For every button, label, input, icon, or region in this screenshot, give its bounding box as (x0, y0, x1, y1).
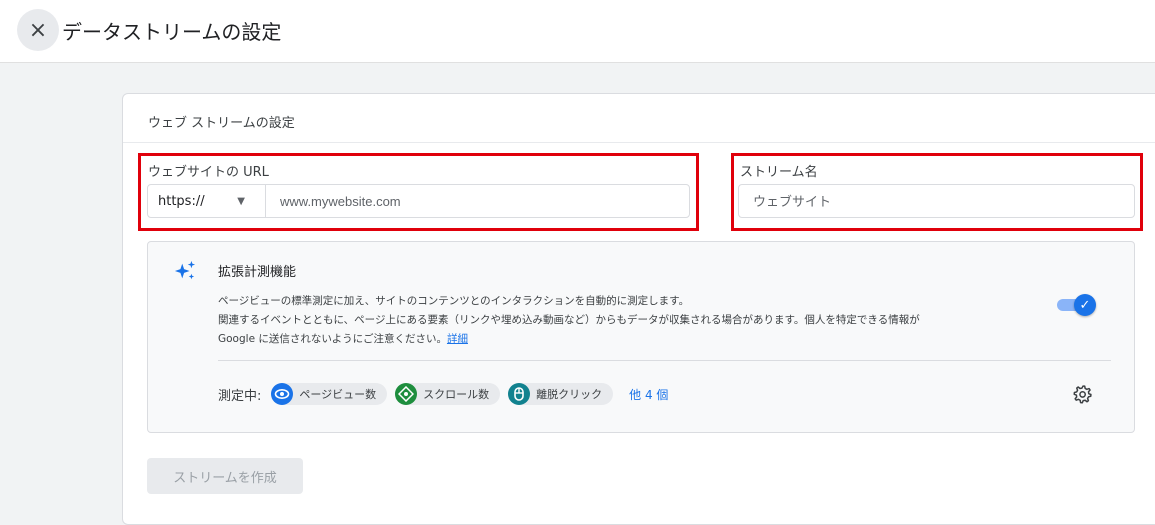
url-input[interactable] (266, 185, 689, 217)
measuring-label: 測定中: (218, 388, 262, 404)
create-stream-button[interactable]: ストリームを作成 (147, 458, 303, 494)
page-title: データストリームの設定 (62, 20, 282, 44)
eye-icon (271, 383, 294, 405)
url-field-label: ウェブサイトの URL (148, 165, 269, 180)
details-link[interactable]: 詳細 (447, 333, 468, 345)
chip-page-views: ページビュー数 (271, 383, 388, 405)
description-line: Google に送信されないようにご注意ください。詳細 (218, 330, 1038, 349)
enhanced-measurement-description: ページビューの標準測定に加え、サイトのコンテンツとのインタラクションを自動的に測… (218, 292, 1038, 349)
card-divider (123, 142, 1155, 143)
url-field: https:// ▼ (147, 184, 690, 218)
description-text: Google に送信されないようにご注意ください。 (218, 333, 447, 345)
more-events-link[interactable]: 他 4 個 (629, 386, 668, 403)
protocol-select[interactable]: https:// ▼ (148, 185, 266, 217)
measuring-row: 測定中: ページビュー数 スクロール数 離脱クリック 他 4 個 (218, 381, 668, 407)
close-button[interactable]: × (17, 9, 59, 51)
mouse-icon (508, 383, 531, 405)
chip-label: 離脱クリック (536, 388, 603, 401)
sparkle-icon (174, 260, 196, 280)
enhanced-measurement-toggle[interactable]: ✓ (1057, 293, 1096, 317)
chip-label: スクロール数 (423, 388, 490, 401)
top-bar: × データストリームの設定 (0, 0, 1155, 63)
chip-scrolls: スクロール数 (395, 383, 501, 405)
card-title: ウェブ ストリームの設定 (148, 116, 295, 131)
chip-outbound-clicks: 離脱クリック (508, 383, 614, 405)
stream-name-label: ストリーム名 (740, 165, 818, 180)
panel-divider (218, 360, 1111, 361)
description-line: 関連するイベントとともに、ページ上にある要素（リンクや埋め込み動画など）からもデ… (218, 314, 920, 326)
scroll-icon (395, 383, 418, 405)
stream-name-field (738, 184, 1135, 218)
check-icon: ✓ (1074, 294, 1096, 316)
enhanced-measurement-title: 拡張計測機能 (218, 265, 297, 280)
enhanced-measurement-panel: 拡張計測機能 ページビューの標準測定に加え、サイトのコンテンツとのインタラクショ… (147, 241, 1135, 433)
chip-label: ページビュー数 (299, 388, 377, 401)
dropdown-arrow-icon: ▼ (237, 195, 245, 207)
close-icon: × (28, 17, 48, 43)
description-line: ページビューの標準測定に加え、サイトのコンテンツとのインタラクションを自動的に測… (218, 295, 690, 307)
protocol-value: https:// (158, 193, 205, 209)
stream-name-input[interactable] (739, 185, 1134, 217)
gear-icon[interactable] (1073, 384, 1093, 404)
